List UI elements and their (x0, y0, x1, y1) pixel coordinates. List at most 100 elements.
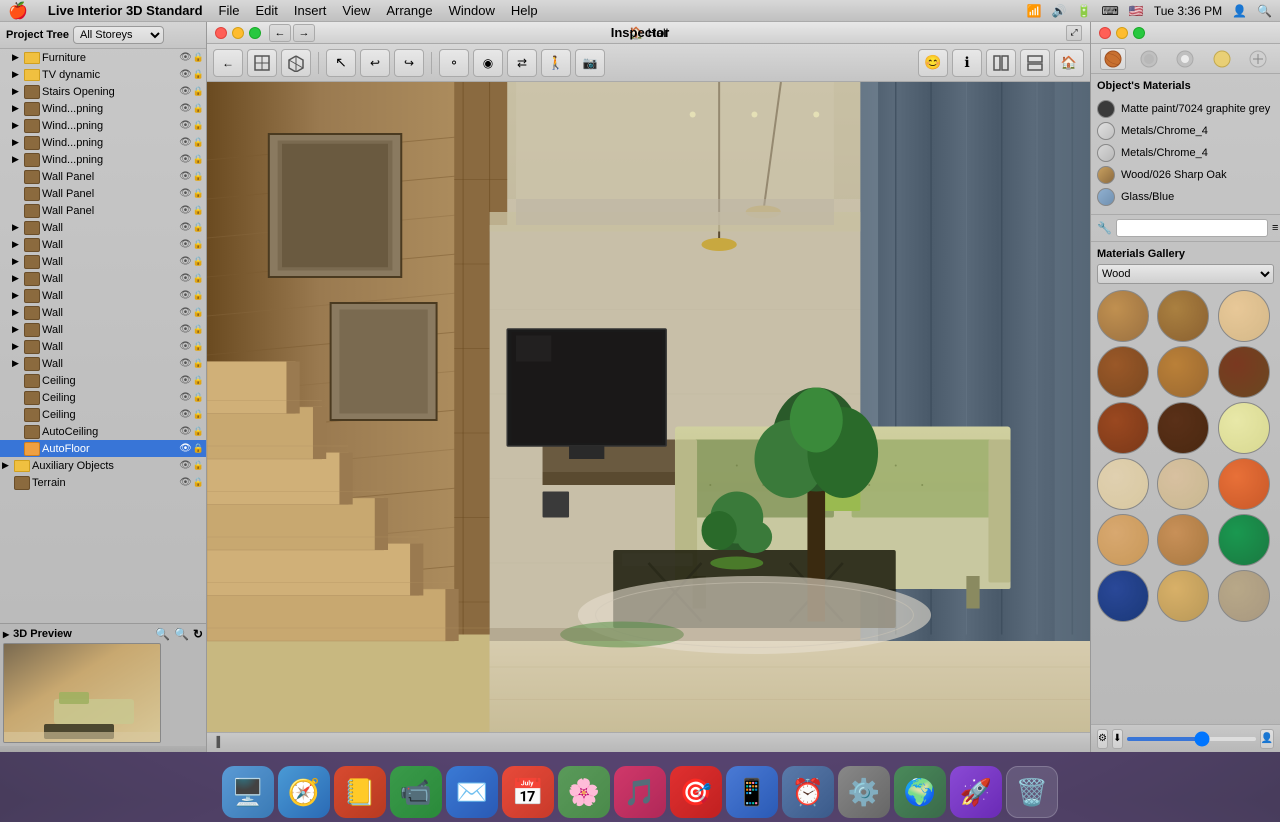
toolbar-back-btn[interactable]: ← (213, 49, 243, 77)
dock-appstore[interactable]: 📱 (726, 766, 778, 818)
lock-btn[interactable]: 🔒 (193, 103, 204, 114)
lock-btn[interactable]: 🔒 (193, 409, 204, 420)
gallery-swatch-11[interactable] (1157, 458, 1209, 510)
menu-help[interactable]: Help (511, 3, 538, 18)
gallery-swatch-9[interactable] (1218, 402, 1270, 454)
tree-item-stairs[interactable]: ▶ Stairs Opening 👁 🔒 (0, 83, 206, 100)
dock-itunes[interactable]: 🎵 (614, 766, 666, 818)
lock-btn[interactable]: 🔒 (193, 222, 204, 233)
lock-btn[interactable]: 🔒 (193, 154, 204, 165)
dock-timemachine[interactable]: ⏰ (782, 766, 834, 818)
tree-item-wall-8[interactable]: ▶ Wall 👁 🔒 (0, 338, 206, 355)
layout1-btn[interactable] (986, 49, 1016, 77)
eye-btn[interactable]: 👁 (179, 409, 192, 420)
menu-file[interactable]: File (219, 3, 240, 18)
import-btn[interactable]: ⬇ (1112, 729, 1123, 749)
camera-tool-btn[interactable]: 📷 (575, 49, 605, 77)
lock-btn[interactable]: 🔒 (193, 188, 204, 199)
menu-view[interactable]: View (342, 3, 370, 18)
lock-btn[interactable]: 🔒 (193, 358, 204, 369)
gallery-swatch-6[interactable] (1218, 346, 1270, 398)
settings-btn[interactable]: ⚙ (1097, 729, 1108, 749)
lock-btn[interactable]: 🔒 (193, 426, 204, 437)
gallery-swatch-10[interactable] (1097, 458, 1149, 510)
tree-item-terrain[interactable]: Terrain 👁 🔒 (0, 474, 206, 491)
gallery-filter-select[interactable]: Wood Stone Metal Fabric Glass Paint (1097, 264, 1274, 284)
gallery-swatch-2[interactable] (1157, 290, 1209, 342)
lock-btn[interactable]: 🔒 (193, 460, 204, 471)
tree-item-ceiling-2[interactable]: Ceiling 👁 🔒 (0, 389, 206, 406)
eye-btn[interactable]: 👁 (179, 477, 192, 488)
gallery-swatch-4[interactable] (1097, 346, 1149, 398)
dot-tool-btn[interactable]: ⚬ (439, 49, 469, 77)
material-item-4[interactable]: Wood/026 Sharp Oak (1097, 164, 1274, 186)
lock-btn[interactable]: 🔒 (193, 256, 204, 267)
tree-item-ceiling-1[interactable]: Ceiling 👁 🔒 (0, 372, 206, 389)
viewport[interactable] (207, 82, 1090, 732)
eye-btn[interactable]: 👁 (179, 205, 192, 216)
lock-btn[interactable]: 🔒 (193, 273, 204, 284)
eye-btn[interactable]: 👁 (179, 239, 192, 250)
brightness-slider[interactable] (1127, 737, 1256, 741)
zoom-out-btn[interactable]: 🔍 (174, 627, 189, 641)
tree-item-wall-4[interactable]: ▶ Wall 👁 🔒 (0, 270, 206, 287)
eye-btn[interactable]: 👁 (179, 460, 192, 471)
lock-btn[interactable]: 🔒 (193, 137, 204, 148)
list-icon[interactable]: ≡ (1272, 222, 1278, 234)
eye-btn[interactable]: 👁 (179, 273, 192, 284)
lock-btn[interactable]: 🔒 (193, 375, 204, 386)
storey-selector[interactable]: All Storeys Ground Floor First Floor (73, 26, 164, 44)
gallery-swatch-14[interactable] (1157, 514, 1209, 566)
app-name[interactable]: Live Interior 3D Standard (48, 3, 203, 18)
nav-back[interactable]: ← (269, 24, 291, 42)
close-button[interactable] (215, 27, 227, 39)
maximize-button[interactable] (249, 27, 261, 39)
dock-photos[interactable]: 🌸 (558, 766, 610, 818)
zoom-in-btn[interactable]: 🔍 (155, 627, 170, 641)
search-icon[interactable]: 🔍 (1257, 4, 1272, 18)
eye-btn[interactable]: 👁 (179, 307, 192, 318)
nav-forward[interactable]: → (293, 24, 315, 42)
lock-btn[interactable]: 🔒 (193, 205, 204, 216)
eye-btn[interactable]: 👁 (179, 69, 192, 80)
fullscreen-btn[interactable]: ⤢ (1066, 25, 1082, 41)
eye-btn[interactable]: 👁 (179, 392, 192, 403)
gallery-swatch-3[interactable] (1218, 290, 1270, 342)
gallery-swatch-8[interactable] (1157, 402, 1209, 454)
eye-btn[interactable]: 👁 (179, 171, 192, 182)
redo-btn[interactable]: ↪ (394, 49, 424, 77)
tree-item-wall-7[interactable]: ▶ Wall 👁 🔒 (0, 321, 206, 338)
gallery-swatch-12[interactable] (1218, 458, 1270, 510)
resize-handle[interactable] (0, 746, 206, 752)
preview-thumbnail[interactable] (3, 643, 161, 743)
lock-btn[interactable]: 🔒 (193, 392, 204, 403)
inspector-tab-texture[interactable] (1136, 48, 1162, 70)
gallery-swatch-18[interactable] (1218, 570, 1270, 622)
info-btn[interactable]: ℹ (952, 49, 982, 77)
material-item-2[interactable]: Metals/Chrome_4 (1097, 120, 1274, 142)
eye-btn[interactable]: 👁 (179, 358, 192, 369)
layout2-btn[interactable] (1020, 49, 1050, 77)
arrow-tool-btn[interactable]: ⇄ (507, 49, 537, 77)
inspector-maximize-button[interactable] (1133, 27, 1145, 39)
eye-btn[interactable]: 👁 (179, 290, 192, 301)
lock-btn[interactable]: 🔒 (193, 290, 204, 301)
eye-btn[interactable]: 👁 (179, 154, 192, 165)
tree-item-wall-panel-1[interactable]: Wall Panel 👁 🔒 (0, 168, 206, 185)
tree-item-wall-2[interactable]: ▶ Wall 👁 🔒 (0, 236, 206, 253)
inspector-tab-color[interactable] (1172, 48, 1198, 70)
tree-item-furniture[interactable]: ▶ Furniture 👁 🔒 (0, 49, 206, 66)
lock-btn[interactable]: 🔒 (193, 443, 204, 454)
lock-btn[interactable]: 🔒 (193, 52, 204, 63)
tree-item-auxiliary[interactable]: ▶ Auxiliary Objects 👁 🔒 (0, 457, 206, 474)
eye-btn[interactable]: 👁 (179, 120, 192, 131)
home-btn[interactable]: 🏠 (1054, 49, 1084, 77)
eye-btn[interactable]: 👁 (179, 443, 192, 454)
inspector-minimize-button[interactable] (1116, 27, 1128, 39)
eye-btn[interactable]: 👁 (179, 375, 192, 386)
tree-item-wall-9[interactable]: ▶ Wall 👁 🔒 (0, 355, 206, 372)
tree-item-wall-panel-2[interactable]: Wall Panel 👁 🔒 (0, 185, 206, 202)
lock-btn[interactable]: 🔒 (193, 307, 204, 318)
gallery-swatch-13[interactable] (1097, 514, 1149, 566)
tree-item-wind1[interactable]: ▶ Wind...pning 👁 🔒 (0, 100, 206, 117)
